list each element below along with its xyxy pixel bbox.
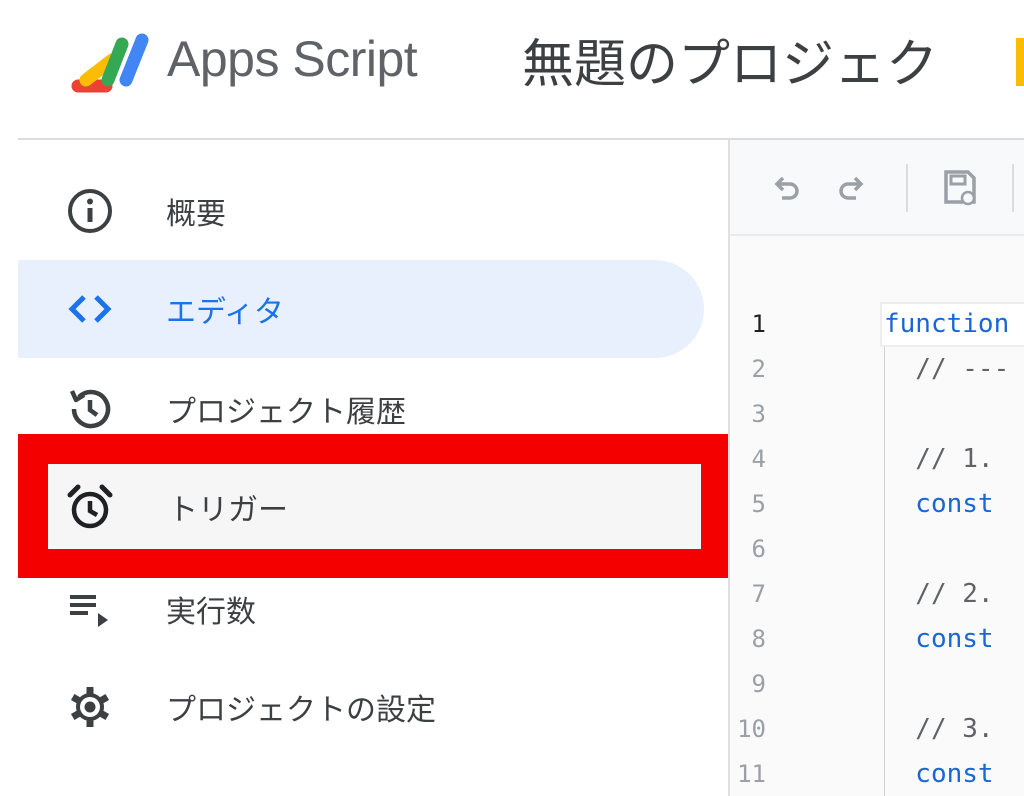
code-line[interactable]: const — [884, 617, 1024, 662]
code-line[interactable] — [884, 662, 1024, 707]
save-icon — [944, 170, 976, 206]
code-line[interactable]: // 1. — [884, 437, 1024, 482]
code-line[interactable]: function — [884, 302, 1024, 347]
redo-button[interactable] — [832, 168, 872, 208]
sidebar-item-project-settings[interactable]: プロジェクトの設定 — [18, 658, 704, 756]
app-name: Apps Script — [167, 31, 418, 87]
code-line[interactable]: const — [884, 752, 1024, 796]
sidebar-item-label: プロジェクト履歴 — [166, 395, 406, 430]
executions-list-icon — [64, 583, 116, 635]
line-number: 7 — [751, 580, 766, 608]
line-number: 4 — [751, 445, 766, 473]
line-number: 2 — [751, 355, 766, 383]
line-number: 8 — [751, 625, 766, 653]
line-number: 6 — [751, 535, 766, 563]
editor-pane: 1 2 3 4 5 6 7 8 9 10 11 function // --- … — [728, 140, 1024, 796]
sidebar-item-label: プロジェクトの設定 — [166, 693, 436, 728]
sidebar-nav: 概要 エディタ プロジェクト履歴 実行数 プロジェクトの設定 トリガー — [0, 140, 731, 796]
redo-icon — [839, 176, 864, 200]
line-number: 1 — [751, 310, 766, 338]
code-line[interactable]: // 2. — [884, 572, 1024, 617]
line-number: 3 — [751, 400, 766, 428]
sidebar-item-label: トリガー — [168, 492, 288, 528]
code-editor[interactable]: 1 2 3 4 5 6 7 8 9 10 11 function // --- … — [730, 236, 1024, 796]
line-number-gutter: 1 2 3 4 5 6 7 8 9 10 11 — [730, 302, 880, 796]
save-button[interactable] — [940, 168, 980, 208]
line-number: 9 — [751, 670, 766, 698]
sidebar-item-label: 実行数 — [166, 595, 256, 630]
info-icon — [64, 185, 116, 237]
trigger-highlight-box: トリガー — [18, 434, 731, 578]
sidebar-item-label: 概要 — [166, 197, 226, 232]
code-line[interactable] — [884, 392, 1024, 437]
sidebar-item-triggers[interactable]: トリガー — [48, 464, 701, 549]
code-lines: function // --- // 1. const // 2. const … — [884, 302, 1024, 796]
code-line[interactable]: const — [884, 482, 1024, 527]
sidebar-item-overview[interactable]: 概要 — [18, 162, 704, 260]
line-number: 11 — [737, 760, 766, 788]
code-line[interactable] — [884, 527, 1024, 572]
line-number: 10 — [737, 715, 766, 743]
undo-button[interactable] — [766, 168, 806, 208]
toolbar-separator — [906, 164, 908, 212]
toolbar-separator — [1012, 164, 1014, 212]
sidebar-item-editor[interactable]: エディタ — [18, 260, 704, 358]
title-edit-caret — [1016, 38, 1024, 86]
line-number: 5 — [751, 490, 766, 518]
project-title[interactable]: 無題のプロジェク — [522, 22, 938, 97]
code-line[interactable]: // --- — [884, 347, 1024, 392]
undo-icon — [774, 176, 799, 200]
history-icon — [64, 383, 116, 435]
apps-script-editor-window: Apps Script 無題のプロジェク 概要 エディタ プロジェクト履歴 実行… — [0, 0, 1024, 796]
editor-toolbar — [730, 140, 1024, 236]
gear-icon — [64, 681, 116, 733]
top-header: Apps Script 無題のプロジェク — [0, 0, 1024, 138]
sidebar-item-label: エディタ — [166, 295, 284, 330]
alarm-clock-icon — [64, 481, 116, 533]
code-line[interactable]: // 3. — [884, 707, 1024, 752]
code-brackets-icon — [64, 283, 116, 335]
apps-script-logo-icon[interactable] — [66, 28, 156, 98]
